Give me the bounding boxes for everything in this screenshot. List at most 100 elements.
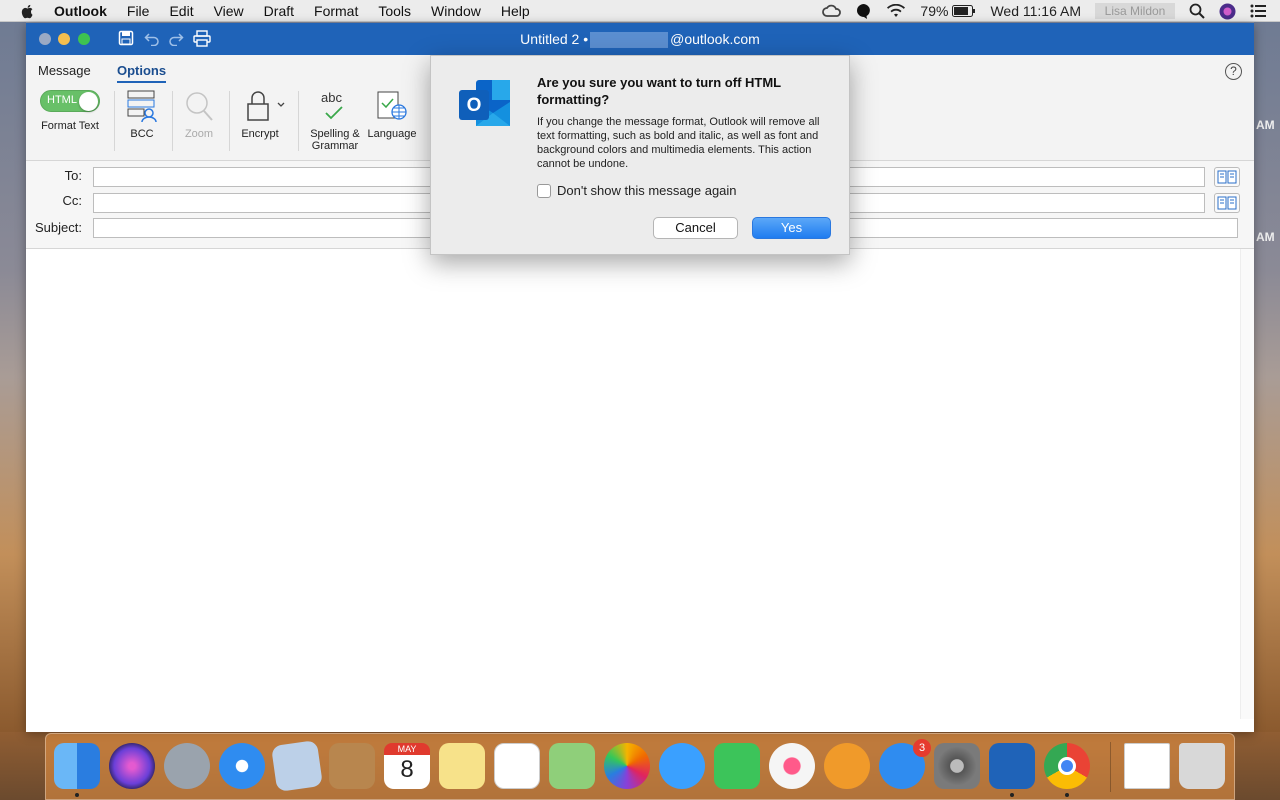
desktop-time-fragment: AM (1256, 230, 1275, 244)
notes-icon[interactable] (439, 743, 485, 789)
svg-text:O: O (467, 95, 482, 116)
contacts-icon[interactable] (329, 743, 375, 789)
redacted-email (590, 32, 669, 49)
messages-icon[interactable] (659, 743, 705, 789)
subject-label: Subject: (35, 220, 82, 235)
address-book-icon (1217, 170, 1237, 184)
wifi-icon[interactable] (886, 4, 906, 18)
menu-window[interactable]: Window (431, 3, 481, 19)
clock[interactable]: Wed 11:16 AM (990, 3, 1081, 19)
ribbon-divider (298, 91, 299, 151)
menu-app-outlook[interactable]: Outlook (54, 3, 107, 19)
user-name[interactable]: Lisa Mildon (1095, 3, 1175, 19)
checkbox-box[interactable] (537, 183, 551, 198)
language-globe-icon (377, 91, 407, 120)
photos-icon[interactable] (604, 743, 650, 789)
reminders-icon[interactable] (494, 743, 540, 789)
tab-message[interactable]: Message (38, 63, 91, 78)
to-address-book-button[interactable] (1214, 167, 1240, 187)
desktop-time-fragment: AM (1256, 118, 1275, 132)
cancel-button[interactable]: Cancel (653, 217, 738, 239)
zoom-button[interactable]: Zoom (180, 89, 218, 140)
format-text-toggle[interactable]: HTML Format Text (38, 90, 102, 132)
itunes-icon[interactable] (769, 743, 815, 789)
system-preferences-icon[interactable] (934, 743, 980, 789)
trash-icon[interactable] (1179, 743, 1225, 789)
bcc-button[interactable]: BCC (122, 89, 162, 140)
window-title-email: @outlook.com (670, 31, 760, 47)
spelling-label: Spelling & (310, 128, 360, 140)
chrome-icon[interactable] (1044, 743, 1090, 789)
spelling-check-icon: abc (321, 90, 343, 120)
running-indicator (75, 793, 79, 797)
zoom-label: Zoom (184, 128, 214, 140)
books-icon[interactable] (824, 743, 870, 789)
finder-icon[interactable] (54, 743, 100, 789)
tab-options[interactable]: Options (117, 63, 167, 83)
title-bar: Untitled 2 • @outlook.com (26, 23, 1254, 55)
toggle-label: HTML (47, 94, 77, 106)
dont-show-label[interactable]: Don't show this message again (557, 183, 737, 198)
creative-cloud-icon[interactable] (822, 4, 842, 18)
battery-percent[interactable]: 79% (920, 3, 948, 19)
cc-label: Cc: (62, 193, 83, 208)
window-title-prefix: Untitled 2 • (520, 31, 589, 47)
cc-address-book-button[interactable] (1214, 193, 1240, 213)
menu-help[interactable]: Help (501, 3, 530, 19)
address-book-icon (1217, 196, 1237, 210)
launchpad-icon[interactable] (164, 743, 210, 789)
app-store-icon[interactable]: 3 (879, 739, 931, 789)
menu-view[interactable]: View (214, 3, 244, 19)
toggle-knob (79, 92, 98, 111)
facetime-icon[interactable] (714, 743, 760, 789)
body-scrollbar[interactable] (1240, 249, 1254, 719)
calendar-day: 8 (400, 756, 414, 783)
outlook-dock-icon[interactable] (989, 743, 1035, 789)
calendar-month: MAY (384, 743, 430, 755)
bcc-icon (127, 90, 157, 123)
ribbon-divider (172, 91, 173, 151)
html-toggle-switch[interactable]: HTML (40, 90, 100, 112)
documents-stack-icon[interactable] (1124, 743, 1170, 789)
format-text-label: Format Text (41, 120, 99, 132)
to-label: To: (64, 168, 82, 183)
dock-separator (1110, 742, 1111, 792)
encrypt-label: Encrypt (241, 128, 279, 140)
menu-tools[interactable]: Tools (378, 3, 411, 19)
dont-show-checkbox[interactable]: Don't show this message again (537, 183, 737, 198)
menu-edit[interactable]: Edit (169, 3, 193, 19)
help-icon[interactable]: ? (1225, 63, 1242, 80)
siri-icon[interactable] (1219, 3, 1236, 20)
dialog-message: If you change the message format, Outloo… (537, 116, 820, 170)
svg-text:abc: abc (321, 90, 342, 105)
bcc-label: BCC (130, 128, 154, 140)
safari-icon[interactable] (219, 743, 265, 789)
language-label: Language (367, 128, 417, 140)
chat-bubble-icon[interactable] (856, 3, 872, 19)
menu-format[interactable]: Format (314, 3, 358, 19)
running-indicator (1065, 793, 1069, 797)
message-body[interactable] (26, 249, 1254, 732)
maps-icon[interactable] (549, 743, 595, 789)
lock-icon (247, 91, 285, 121)
calendar-icon[interactable]: MAY 8 (384, 743, 430, 789)
zoom-magnifier-icon (186, 92, 213, 121)
yes-button[interactable]: Yes (752, 217, 831, 239)
encrypt-button[interactable]: Encrypt (238, 89, 288, 140)
desktop-left (0, 22, 26, 732)
spotlight-search-icon[interactable] (1189, 3, 1205, 19)
apple-menu-icon[interactable] (20, 3, 36, 19)
spelling-grammar-button[interactable]: abc Spelling & Grammar (308, 89, 362, 152)
app-store-badge: 3 (913, 739, 931, 757)
menu-file[interactable]: File (127, 3, 150, 19)
dock: MAY 8 3 (45, 733, 1235, 800)
outlook-logo-icon: O (459, 80, 510, 126)
running-indicator (1010, 793, 1014, 797)
battery-icon[interactable] (952, 5, 976, 17)
siri-icon[interactable] (109, 743, 155, 789)
mail-icon[interactable] (271, 740, 323, 792)
notification-center-icon[interactable] (1250, 4, 1266, 18)
language-button[interactable]: Language (366, 89, 418, 140)
menu-draft[interactable]: Draft (264, 3, 294, 19)
ribbon-divider (229, 91, 230, 151)
